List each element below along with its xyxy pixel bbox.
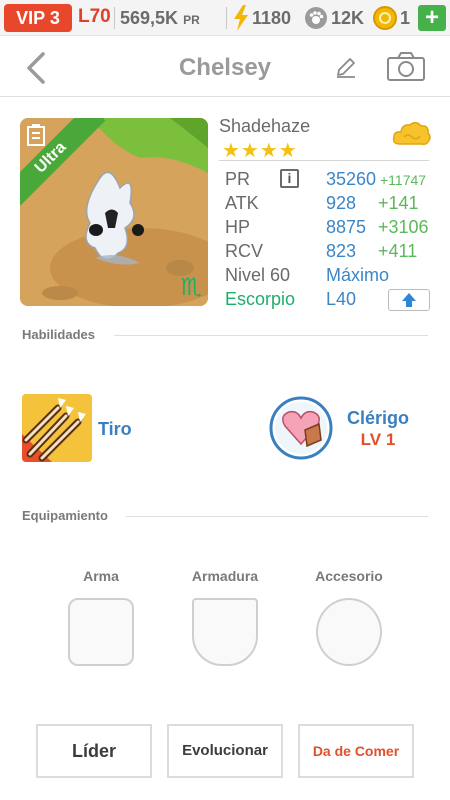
stat-bonus: +11747: [380, 172, 427, 188]
stat-row-hp: HP 8875 +3106: [222, 216, 432, 240]
stat-row-zodiac: Escorpio L40: [222, 288, 432, 312]
evolve-button[interactable]: Evolucionar: [167, 724, 283, 778]
lightning-icon: [234, 5, 248, 31]
camera-icon[interactable]: [386, 52, 426, 82]
coin-count: 1: [400, 8, 411, 28]
pencil-icon[interactable]: [334, 55, 358, 79]
stat-row-pr: PR i 35260 +11747: [222, 168, 432, 192]
vip-badge[interactable]: VIP 3: [4, 4, 72, 32]
skill-name[interactable]: Tiro: [98, 419, 132, 440]
stat-label: PR: [225, 169, 251, 189]
hero-stats: PR i 35260 +11747 ATK 928 +141 HP 8875 +…: [222, 168, 432, 312]
stat-label: HP: [225, 217, 251, 237]
weapon-slot[interactable]: [68, 598, 134, 666]
stat-bonus: +3106: [378, 217, 429, 237]
upgrade-button[interactable]: [388, 289, 430, 311]
player-pr-value: 569,5K: [120, 8, 179, 28]
divider: [114, 335, 428, 336]
stat-label: ATK: [225, 193, 259, 213]
section-title-abilities: Habilidades: [22, 327, 95, 342]
armor-slot[interactable]: [192, 598, 258, 666]
slot-label-weapon: Arma: [83, 568, 119, 584]
class-level: LV 1: [360, 430, 396, 449]
stat-row-rcv: RCV 823 +411: [222, 240, 432, 264]
heart-class-icon[interactable]: [269, 396, 333, 460]
stat-bonus: +141: [378, 193, 419, 213]
coin-icon: [373, 6, 397, 30]
leader-button[interactable]: Líder: [36, 724, 152, 778]
status-bar: VIP 3 L70 569,5K PR 1180 12K 1 +: [0, 0, 450, 36]
info-icon[interactable]: i: [280, 169, 299, 188]
scorpio-icon: ♏: [180, 274, 202, 301]
skill-icon[interactable]: [22, 394, 92, 462]
divider: [219, 160, 429, 161]
page-title: Chelsey: [178, 54, 272, 81]
slot-label-accessory: Accesorio: [315, 568, 383, 584]
stat-value: Máximo: [326, 265, 390, 285]
stat-row-atk: ATK 928 +141: [222, 192, 432, 216]
hero-portrait[interactable]: Ultra ♏: [20, 118, 208, 306]
cloud-element-icon: [392, 122, 431, 145]
stat-label: Nivel 60: [225, 265, 291, 285]
stat-row-level: Nivel 60 Máximo: [222, 264, 432, 288]
paw-icon: [305, 7, 327, 29]
energy-count: 1180: [252, 8, 292, 28]
accessory-slot[interactable]: [316, 598, 382, 666]
zodiac-label: Escorpio: [225, 289, 296, 309]
divider: [126, 516, 428, 517]
player-pr-unit: PR: [183, 13, 200, 27]
page-header: Chelsey: [0, 37, 450, 97]
section-title-equipment: Equipamiento: [22, 508, 108, 523]
document-icon: [27, 124, 45, 146]
player-level: L70: [78, 6, 111, 27]
arrows-icon: [22, 394, 92, 462]
add-currency-button[interactable]: +: [418, 5, 446, 31]
player-pr: 569,5K PR: [120, 8, 200, 29]
feed-button[interactable]: Da de Comer: [298, 724, 414, 778]
stat-value: 35260: [326, 169, 377, 189]
class-name[interactable]: Clérigo: [340, 408, 416, 429]
stat-label: RCV: [225, 241, 264, 261]
paw-count: 12K: [331, 8, 365, 28]
slot-label-armor: Armadura: [191, 568, 259, 584]
divider: [114, 7, 115, 29]
arrow-up-icon: [402, 293, 416, 307]
stat-value: 823: [326, 241, 357, 261]
stat-value: 8875: [326, 217, 367, 237]
zodiac-level: L40: [326, 289, 357, 309]
hero-name: Shadehaze: [219, 116, 311, 136]
stat-value: 928: [326, 193, 357, 213]
divider: [226, 7, 227, 29]
stat-bonus: +411: [378, 241, 418, 261]
